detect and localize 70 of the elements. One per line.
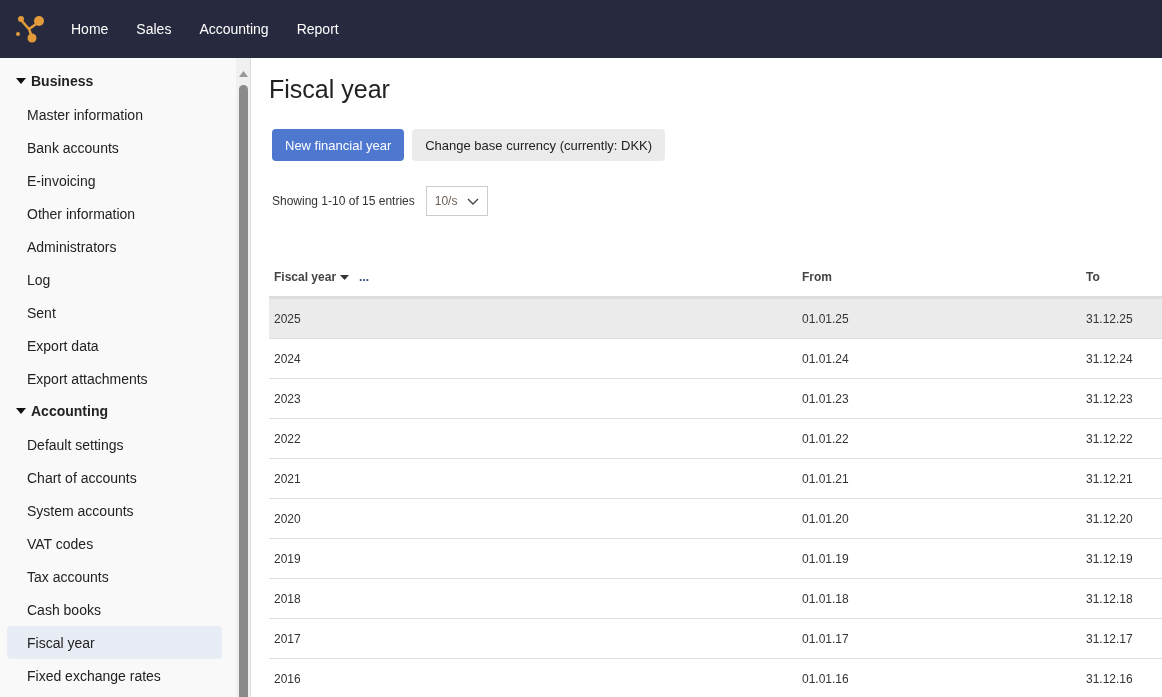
nav-link[interactable]: Report: [296, 21, 339, 37]
table-cell: 31.12.23: [1086, 391, 1133, 406]
table-cell: 31.12.25: [1086, 311, 1133, 326]
table-cell: 01.01.22: [802, 431, 849, 446]
table-cell: 31.12.24: [1086, 351, 1133, 366]
table-cell: 2022: [274, 431, 301, 446]
sidebar-item[interactable]: Other information: [7, 197, 222, 230]
scrollbar[interactable]: [236, 58, 250, 697]
table-cell: 31.12.16: [1086, 671, 1133, 686]
caret-icon: [16, 78, 26, 84]
sort-down-icon[interactable]: [340, 274, 350, 280]
table-cell: 31.12.17: [1086, 631, 1133, 646]
logo-icon: [15, 14, 45, 44]
nav-link[interactable]: Home: [71, 21, 109, 37]
new-year-button[interactable]: New financial year: [272, 129, 405, 161]
page-title: Fiscal year: [269, 75, 391, 104]
change-currency-button[interactable]: Change base currency (currently: DKK): [412, 129, 666, 161]
table-cell: 31.12.21: [1086, 471, 1133, 486]
table-cell: 01.01.23: [802, 391, 849, 406]
table-cell: 01.01.16: [802, 671, 849, 686]
sidebar-item[interactable]: Tax accounts: [7, 560, 222, 593]
table-cell: 01.01.17: [802, 631, 849, 646]
page-size-select[interactable]: 10/s: [425, 186, 488, 216]
nav-link[interactable]: Accounting: [199, 21, 269, 37]
table-cell: 01.01.21: [802, 471, 849, 486]
table-cell: 2017: [274, 631, 301, 646]
column-header[interactable]: From: [802, 270, 832, 284]
scrollbar-thumb[interactable]: [238, 85, 248, 697]
table-cell: 2023: [274, 391, 301, 406]
sidebar-item[interactable]: Default settings: [7, 428, 222, 461]
sidebar-item[interactable]: Export attachments: [7, 362, 222, 395]
entries-summary: Showing 1-10 of 15 entries: [272, 194, 415, 208]
sidebar-item[interactable]: VAT codes: [7, 527, 222, 560]
table-cell: 2016: [274, 671, 301, 686]
column-header[interactable]: To: [1086, 270, 1100, 284]
table-cell: 31.12.19: [1086, 551, 1133, 566]
table-cell: 31.12.20: [1086, 511, 1133, 526]
sidebar-item[interactable]: System accounts: [7, 494, 222, 527]
column-menu[interactable]: ...: [359, 270, 370, 284]
sidebar-item[interactable]: Bank accounts: [7, 131, 222, 164]
table-cell: 2024: [274, 351, 301, 366]
sidebar-group[interactable]: Business: [16, 71, 236, 91]
table-cell: 01.01.18: [802, 591, 849, 606]
table-cell: 01.01.24: [802, 351, 849, 366]
sidebar-item[interactable]: Log: [7, 263, 222, 296]
sidebar-item[interactable]: Sent: [7, 296, 222, 329]
table-cell: 01.01.19: [802, 551, 849, 566]
nav-link[interactable]: Sales: [136, 21, 172, 37]
sidebar-item[interactable]: Chart of accounts: [7, 461, 222, 494]
sidebar-item[interactable]: Cash books: [7, 593, 222, 626]
table-cell: 01.01.20: [802, 511, 849, 526]
sidebar-item[interactable]: E-invoicing: [7, 164, 222, 197]
chevron-down-icon: [467, 197, 480, 205]
scroll-up-icon[interactable]: [238, 71, 248, 77]
table-cell: 31.12.18: [1086, 591, 1133, 606]
table-cell: 2019: [274, 551, 301, 566]
table-cell: 2025: [274, 311, 301, 326]
table-cell: 2020: [274, 511, 301, 526]
table-cell: 31.12.22: [1086, 431, 1133, 446]
caret-icon: [16, 408, 26, 414]
sidebar-item[interactable]: Administrators: [7, 230, 222, 263]
sidebar-group[interactable]: Accounting: [16, 401, 236, 421]
table-cell: 01.01.25: [802, 311, 849, 326]
sidebar-item[interactable]: Fixed exchange rates: [7, 659, 222, 692]
sidebar-item[interactable]: Master information: [7, 98, 222, 131]
sidebar-item[interactable]: Export data: [7, 329, 222, 362]
table-cell: 2021: [274, 471, 301, 486]
sidebar-item[interactable]: Fiscal year: [7, 626, 222, 659]
column-header[interactable]: Fiscal year: [274, 270, 337, 284]
table-cell: 2018: [274, 591, 301, 606]
